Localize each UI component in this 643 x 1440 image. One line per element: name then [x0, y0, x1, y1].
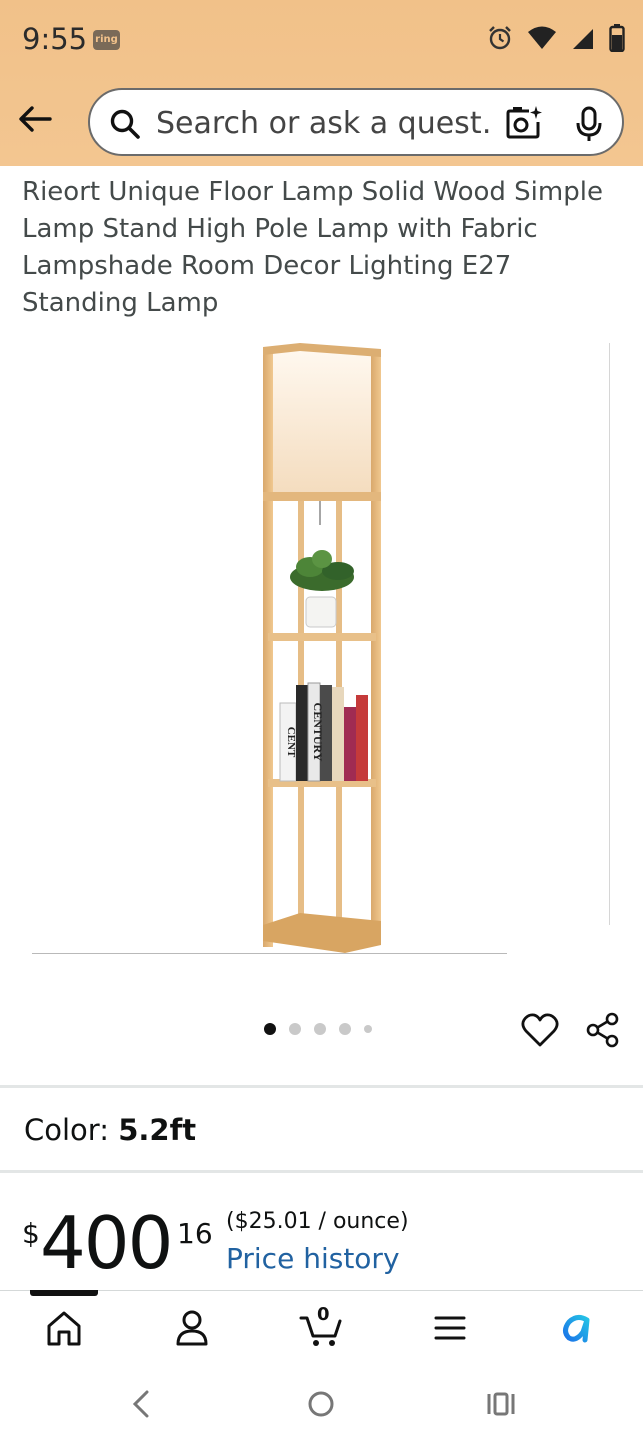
- carousel-dot-2[interactable]: [289, 1023, 301, 1035]
- back-nav-icon[interactable]: [124, 1386, 160, 1422]
- product-title[interactable]: Rieort Unique Floor Lamp Solid Wood Simp…: [22, 174, 622, 322]
- battery-icon: [609, 24, 625, 52]
- camera-search-icon[interactable]: [505, 104, 543, 142]
- alarm-icon: [489, 26, 511, 50]
- carousel-dot-3[interactable]: [314, 1023, 326, 1035]
- search-box[interactable]: Search or ask a quest…: [88, 88, 624, 156]
- carousel-dot-5[interactable]: [364, 1025, 372, 1033]
- microphone-icon[interactable]: [574, 106, 604, 142]
- status-bar: 9:55 ring: [0, 0, 643, 80]
- book-spine-label-century: CENTURY: [311, 703, 325, 762]
- next-image-edge: [609, 343, 610, 925]
- image-carousel-dots[interactable]: [264, 1023, 372, 1035]
- carousel-dot-1[interactable]: [264, 1023, 276, 1035]
- color-label: Color:: [24, 1113, 109, 1147]
- home-nav-icon[interactable]: [303, 1386, 339, 1422]
- recents-nav-icon[interactable]: [483, 1386, 519, 1422]
- rufus-icon[interactable]: [557, 1306, 601, 1350]
- color-selector[interactable]: Color: 5.2ft: [24, 1113, 196, 1147]
- account-icon[interactable]: [170, 1306, 214, 1350]
- price-whole: 400: [40, 1201, 173, 1285]
- search-icon: [110, 109, 140, 139]
- price-history-link[interactable]: Price history: [226, 1242, 400, 1275]
- active-tab-indicator: [30, 1290, 98, 1296]
- back-arrow-icon[interactable]: [14, 98, 56, 140]
- section-divider: [0, 1170, 643, 1173]
- product-image[interactable]: CENTURY CENT: [0, 335, 643, 965]
- carousel-dot-4[interactable]: [339, 1023, 351, 1035]
- home-icon[interactable]: [42, 1306, 86, 1350]
- ring-notification-icon: ring: [93, 30, 120, 50]
- image-divider: [32, 953, 507, 954]
- section-divider: [0, 1085, 643, 1088]
- unit-price: ($25.01 / ounce): [226, 1209, 409, 1234]
- cell-signal-icon: [573, 29, 593, 49]
- heart-icon[interactable]: [521, 1012, 559, 1048]
- color-value: 5.2ft: [118, 1113, 197, 1147]
- price-currency: $: [22, 1217, 40, 1250]
- cart-count: 0: [317, 1304, 330, 1325]
- cart-icon[interactable]: 0: [299, 1304, 343, 1350]
- status-icons: [487, 24, 625, 52]
- price-fraction: 16: [177, 1217, 213, 1250]
- search-input[interactable]: Search or ask a quest…: [156, 106, 492, 141]
- menu-icon[interactable]: [428, 1306, 472, 1350]
- book-spine-label-cent: CENT: [285, 727, 297, 758]
- status-time: 9:55: [22, 22, 88, 56]
- share-icon[interactable]: [585, 1012, 621, 1048]
- wifi-icon: [528, 26, 556, 49]
